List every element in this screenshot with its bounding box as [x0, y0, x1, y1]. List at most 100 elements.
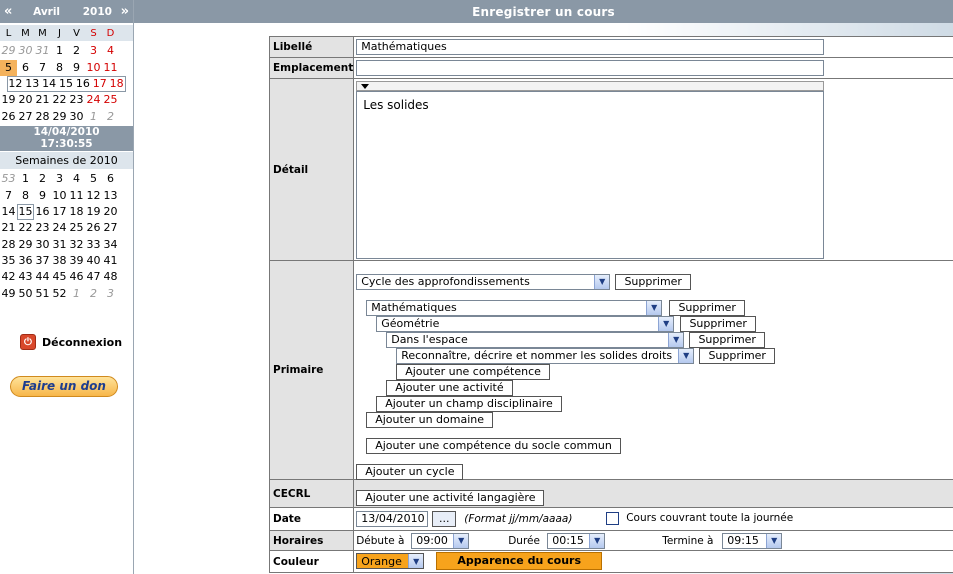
- calendar-day[interactable]: 8: [51, 60, 68, 76]
- calendar-day[interactable]: 1: [51, 43, 68, 59]
- logout-link[interactable]: ⏻ Déconnexion: [20, 334, 122, 350]
- delete-competence-button[interactable]: Supprimer: [699, 347, 776, 364]
- week-number[interactable]: 25: [68, 220, 85, 236]
- calendar-day[interactable]: 14: [41, 76, 58, 92]
- calendar-day[interactable]: 3: [85, 43, 102, 59]
- allday-checkbox[interactable]: [606, 511, 620, 525]
- calendar-day[interactable]: 22: [51, 92, 68, 108]
- week-number[interactable]: 46: [68, 269, 85, 285]
- domaine-select[interactable]: Mathématiques ▼: [366, 299, 663, 316]
- calendar-day[interactable]: 13: [24, 76, 41, 92]
- delete-champ-button[interactable]: Supprimer: [680, 315, 757, 332]
- week-number[interactable]: 31: [51, 237, 68, 253]
- week-number[interactable]: 23: [34, 220, 51, 236]
- calendar-day[interactable]: 30: [17, 43, 34, 59]
- calendar-day[interactable]: 10: [85, 60, 102, 76]
- delete-cycle-button[interactable]: Supprimer: [615, 273, 692, 290]
- calendar-day[interactable]: 19: [0, 92, 17, 108]
- libelle-input[interactable]: Mathématiques: [356, 39, 825, 55]
- calendar-day[interactable]: 12: [7, 76, 24, 92]
- add-socle-button[interactable]: Ajouter une compétence du socle commun: [366, 437, 621, 454]
- week-number[interactable]: 40: [85, 253, 102, 269]
- week-number[interactable]: 50: [17, 286, 34, 302]
- calendar-day[interactable]: 7: [34, 60, 51, 76]
- add-domaine-button[interactable]: Ajouter un domaine: [366, 411, 494, 428]
- calendar-day-today[interactable]: 5: [0, 59, 17, 76]
- editor-toolbar[interactable]: [356, 80, 825, 91]
- week-number[interactable]: 21: [0, 220, 17, 236]
- week-number[interactable]: 32: [68, 237, 85, 253]
- week-number[interactable]: 27: [102, 220, 119, 236]
- week-number[interactable]: 45: [51, 269, 68, 285]
- calendar-day[interactable]: 24: [85, 92, 102, 108]
- week-number[interactable]: 52: [51, 286, 68, 302]
- emplacement-input[interactable]: [356, 60, 825, 76]
- week-number[interactable]: 13: [102, 188, 119, 204]
- week-number[interactable]: 37: [34, 253, 51, 269]
- calendar-day[interactable]: 9: [68, 60, 85, 76]
- apparence-button[interactable]: Apparence du cours: [436, 552, 603, 570]
- week-number[interactable]: 6: [102, 171, 119, 187]
- add-cycle-button[interactable]: Ajouter un cycle: [356, 463, 464, 480]
- activite-select[interactable]: Dans l'espace ▼: [386, 331, 685, 348]
- donate-button[interactable]: Faire un don: [10, 376, 118, 397]
- week-number[interactable]: 18: [68, 204, 85, 220]
- duree-select[interactable]: 00:15 ▼: [547, 532, 606, 549]
- week-number[interactable]: 34: [102, 237, 119, 253]
- week-number[interactable]: 38: [51, 253, 68, 269]
- week-number[interactable]: 30: [34, 237, 51, 253]
- calendar-day[interactable]: 28: [34, 109, 51, 125]
- add-competence-button[interactable]: Ajouter une compétence: [396, 363, 550, 380]
- add-activite-button[interactable]: Ajouter une activité: [386, 379, 513, 396]
- week-number-current[interactable]: 15: [17, 203, 34, 220]
- week-number[interactable]: 2: [34, 171, 51, 187]
- week-number[interactable]: 33: [85, 237, 102, 253]
- week-number[interactable]: 2: [85, 286, 102, 302]
- calendar-day[interactable]: 11: [102, 60, 119, 76]
- week-number[interactable]: 20: [102, 204, 119, 220]
- calendar-day[interactable]: 1: [85, 109, 102, 125]
- week-number[interactable]: 3: [102, 286, 119, 302]
- week-number[interactable]: 4: [68, 171, 85, 187]
- add-champ-button[interactable]: Ajouter un champ disciplinaire: [376, 395, 562, 412]
- calendar-day[interactable]: 31: [34, 43, 51, 59]
- week-number[interactable]: 5: [85, 171, 102, 187]
- week-number[interactable]: 35: [0, 253, 17, 269]
- week-number[interactable]: 39: [68, 253, 85, 269]
- couleur-select[interactable]: Orange ▼: [356, 553, 425, 569]
- week-number[interactable]: 24: [51, 220, 68, 236]
- week-number[interactable]: 22: [17, 220, 34, 236]
- debut-select[interactable]: 09:00 ▼: [411, 532, 470, 549]
- calendar-day[interactable]: 2: [68, 43, 85, 59]
- date-picker-button[interactable]: ...: [432, 510, 457, 527]
- week-number[interactable]: 14: [0, 204, 17, 220]
- calendar-day[interactable]: 26: [0, 109, 17, 125]
- calendar-day[interactable]: 25: [102, 92, 119, 108]
- add-langagiere-button[interactable]: Ajouter une activité langagière: [356, 490, 545, 506]
- week-number[interactable]: 17: [51, 204, 68, 220]
- week-number[interactable]: 1: [68, 286, 85, 302]
- calendar-day[interactable]: 15: [58, 76, 75, 92]
- week-number[interactable]: 19: [85, 204, 102, 220]
- week-number[interactable]: 44: [34, 269, 51, 285]
- week-number[interactable]: 8: [17, 188, 34, 204]
- delete-domaine-button[interactable]: Supprimer: [669, 299, 746, 316]
- calendar-day[interactable]: 17: [91, 76, 108, 92]
- week-number[interactable]: 29: [17, 237, 34, 253]
- calendar-day[interactable]: 29: [51, 109, 68, 125]
- delete-activite-button[interactable]: Supprimer: [689, 331, 766, 348]
- prev-month-button[interactable]: «: [4, 4, 12, 19]
- week-number[interactable]: 3: [51, 171, 68, 187]
- week-number[interactable]: 47: [85, 269, 102, 285]
- calendar-day[interactable]: 18: [108, 76, 125, 92]
- week-number[interactable]: 1: [17, 171, 34, 187]
- cycle-select[interactable]: Cycle des approfondissements ▼: [356, 273, 611, 290]
- week-number[interactable]: 26: [85, 220, 102, 236]
- week-number[interactable]: 10: [51, 188, 68, 204]
- week-number[interactable]: 11: [68, 188, 85, 204]
- competence-select[interactable]: Reconnaître, décrire et nommer les solid…: [396, 347, 695, 364]
- calendar-day[interactable]: 23: [68, 92, 85, 108]
- fin-select[interactable]: 09:15 ▼: [722, 532, 783, 549]
- next-month-button[interactable]: »: [121, 4, 129, 19]
- week-number[interactable]: 12: [85, 188, 102, 204]
